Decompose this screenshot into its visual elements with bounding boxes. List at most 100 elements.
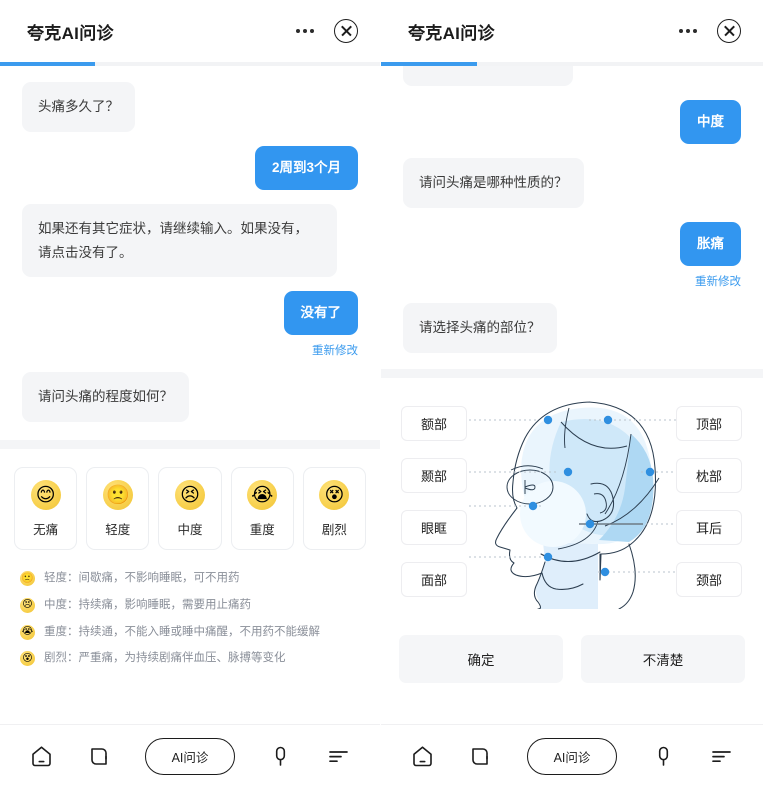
legend-item: 😣 中度：持续痛，影响睡眠，需要用止痛药 bbox=[20, 597, 362, 615]
page-title: 夸克AI问诊 bbox=[408, 23, 495, 43]
action-button-row: 确定 不清楚 bbox=[381, 619, 763, 699]
severity-option-label: 重度 bbox=[249, 523, 275, 537]
chat-message-bot: 请问头痛是哪种性质的？ bbox=[403, 158, 741, 208]
head-dot-behind-ear bbox=[585, 519, 595, 528]
chat-message-bot: 请选择头痛的部位？ bbox=[403, 303, 741, 353]
card-icon[interactable] bbox=[87, 744, 112, 769]
legend-text: 中度：持续痛，影响睡眠，需要用止痛药 bbox=[44, 598, 251, 611]
chat-message-bot: 请问头痛的程度如何？ bbox=[22, 372, 358, 422]
slightly-frowning-face-icon: 🙁 bbox=[20, 571, 35, 586]
severity-option-label: 剧烈 bbox=[321, 523, 347, 537]
chat-message-user: 2周到3个月 bbox=[22, 145, 358, 190]
head-dot-occiput bbox=[645, 467, 655, 476]
left-chat-list: 头痛多久了？ 2周到3个月 如果还有其它症状，请继续输入。如果没有，请点击没有了… bbox=[0, 66, 380, 440]
left-header: 夸克AI问诊 bbox=[0, 0, 380, 62]
redo-edit-link[interactable]: 重新修改 bbox=[695, 273, 741, 289]
slightly-frowning-face-icon: 🙁 bbox=[102, 480, 133, 510]
head-dot-forehead bbox=[543, 415, 553, 424]
close-circle-icon[interactable] bbox=[334, 19, 358, 43]
left-scroll-body[interactable]: 头痛多久了？ 2周到3个月 如果还有其它症状，请继续输入。如果没有，请点击没有了… bbox=[0, 66, 380, 724]
app-root: 夸克AI问诊 头痛多久了？ 2周到3个月 如果还有其它症状，请继续输入。如果没有… bbox=[0, 0, 763, 788]
ai-consult-pill[interactable]: AI问诊 bbox=[144, 738, 236, 775]
severity-option-label: 中度 bbox=[177, 523, 203, 537]
chat-message-user: 胀痛 重新修改 bbox=[403, 221, 741, 289]
head-dot-temple bbox=[563, 467, 573, 476]
card-icon[interactable] bbox=[468, 744, 493, 769]
right-chat-list: 中度 请问头痛是哪种性质的？ 胀痛 重新修改 请选择头痛的部位？ bbox=[381, 66, 763, 369]
region-tag-neck[interactable]: 颈部 bbox=[676, 561, 742, 597]
home-icon[interactable] bbox=[410, 744, 435, 769]
bot-bubble-text: 请问头痛的程度如何？ bbox=[22, 372, 189, 422]
section-divider bbox=[0, 440, 380, 449]
head-dot-face bbox=[543, 552, 553, 561]
more-horizontal-icon[interactable] bbox=[296, 29, 314, 33]
right-header: 夸克AI问诊 bbox=[381, 0, 763, 62]
not-sure-button[interactable]: 不清楚 bbox=[581, 634, 745, 683]
crying-face-icon: 😭 bbox=[20, 624, 35, 640]
redo-edit-link[interactable]: 重新修改 bbox=[312, 342, 358, 358]
bot-bubble-text: 请问头痛是哪种性质的？ bbox=[403, 158, 584, 208]
ai-consult-pill[interactable]: AI问诊 bbox=[526, 738, 618, 775]
legend-text: 重度：持续通，不能入睡或睡中痛醒，不用药不能缓解 bbox=[44, 625, 320, 638]
right-bottom-nav: AI问诊 bbox=[381, 724, 763, 788]
close-circle-icon[interactable] bbox=[717, 19, 741, 43]
legend-item: 😵 剧烈：严重痛，为持续剧痛伴血压、脉搏等变化 bbox=[20, 650, 362, 668]
microphone-icon[interactable] bbox=[268, 744, 293, 769]
section-divider bbox=[381, 368, 763, 378]
chat-message-user: 没有了 重新修改 bbox=[22, 291, 358, 358]
confirm-button[interactable]: 确定 bbox=[399, 634, 563, 683]
left-bottom-nav: AI问诊 bbox=[0, 724, 380, 788]
severity-option-moderate[interactable]: 😣 中度 bbox=[158, 467, 222, 550]
bot-bubble-text: 如果还有其它症状，请继续输入。如果没有，请点击没有了。 bbox=[22, 203, 337, 278]
home-icon[interactable] bbox=[29, 744, 54, 769]
chat-message-user: 中度 bbox=[403, 100, 741, 145]
right-scroll-body[interactable]: 中度 请问头痛是哪种性质的？ 胀痛 重新修改 请选择头痛的部位？ 额部 颞部 眼… bbox=[381, 66, 763, 724]
severity-legend: 🙁 轻度：间歇痛，不影响睡眠，可不用药 😣 中度：持续痛，影响睡眠，需要用止痛药… bbox=[0, 560, 380, 676]
user-bubble-text: 2周到3个月 bbox=[254, 145, 358, 190]
head-diagram[interactable]: 额部 颞部 眼眶 面部 顶部 枕部 耳后 颈部 bbox=[393, 394, 750, 609]
bot-bubble-text: 头痛多久了？ bbox=[22, 82, 135, 132]
page-title: 夸克AI问诊 bbox=[27, 23, 114, 43]
severity-option-label: 无痛 bbox=[33, 523, 59, 537]
region-tag-temple[interactable]: 颞部 bbox=[401, 457, 467, 493]
severity-option-severe[interactable]: 😭 重度 bbox=[230, 467, 294, 550]
left-screen: 夸克AI问诊 头痛多久了？ 2周到3个月 如果还有其它症状，请继续输入。如果没有… bbox=[0, 0, 381, 788]
partial-bot-bubble bbox=[403, 66, 573, 86]
user-bubble-text: 中度 bbox=[680, 100, 741, 145]
head-dot-vertex bbox=[603, 415, 613, 424]
region-tag-occiput[interactable]: 枕部 bbox=[676, 457, 742, 493]
head-dot-neck bbox=[600, 567, 610, 576]
head-dot-orbit bbox=[528, 501, 538, 510]
chat-message-bot: 如果还有其它症状，请继续输入。如果没有，请点击没有了。 bbox=[22, 203, 358, 278]
region-tag-face[interactable]: 面部 bbox=[401, 561, 467, 597]
head-region-selector-card: 额部 颞部 眼眶 面部 顶部 枕部 耳后 颈部 bbox=[381, 378, 763, 619]
menu-lines-icon[interactable] bbox=[709, 744, 734, 769]
region-tag-forehead[interactable]: 额部 bbox=[401, 405, 467, 441]
severity-option-none[interactable]: 😊 无痛 bbox=[14, 467, 78, 550]
persevering-face-icon: 😣 bbox=[20, 597, 35, 613]
microphone-icon[interactable] bbox=[651, 744, 676, 769]
bot-bubble-text: 请选择头痛的部位？ bbox=[403, 303, 557, 353]
region-tag-vertex[interactable]: 顶部 bbox=[676, 405, 742, 441]
severity-selector-card: 😊 无痛 🙁 轻度 😣 中度 😭 重度 😵 剧烈 bbox=[0, 449, 380, 560]
smiling-face-icon: 😊 bbox=[30, 480, 61, 510]
legend-text: 轻度：间歇痛，不影响睡眠，可不用药 bbox=[44, 572, 240, 584]
menu-lines-icon[interactable] bbox=[326, 744, 351, 769]
severity-option-label: 轻度 bbox=[105, 523, 131, 537]
region-tag-orbit[interactable]: 眼眶 bbox=[401, 509, 467, 545]
crying-face-icon: 😭 bbox=[247, 480, 278, 510]
legend-item: 😭 重度：持续通，不能入睡或睡中痛醒，不用药不能缓解 bbox=[20, 624, 362, 642]
user-bubble-text: 胀痛 bbox=[680, 221, 741, 267]
legend-text: 剧烈：严重痛，为持续剧痛伴血压、脉搏等变化 bbox=[44, 652, 286, 665]
severity-option-row: 😊 无痛 🙁 轻度 😣 中度 😭 重度 😵 剧烈 bbox=[14, 467, 367, 550]
region-tag-behind-ear[interactable]: 耳后 bbox=[676, 509, 742, 545]
severity-option-mild[interactable]: 🙁 轻度 bbox=[86, 467, 150, 550]
chat-message-bot: 头痛多久了？ bbox=[22, 82, 358, 132]
right-screen: 夸克AI问诊 中度 请问头痛是哪种性质的？ 胀痛 重新修改 请选择头痛的部位？ … bbox=[381, 0, 763, 788]
legend-item: 🙁 轻度：间歇痛，不影响睡眠，可不用药 bbox=[20, 570, 362, 588]
more-horizontal-icon[interactable] bbox=[679, 29, 697, 33]
persevering-face-icon: 😣 bbox=[175, 480, 205, 510]
user-bubble-text: 没有了 bbox=[283, 291, 358, 336]
dizzy-face-icon: 😵 bbox=[319, 480, 350, 510]
severity-option-extreme[interactable]: 😵 剧烈 bbox=[302, 467, 367, 550]
